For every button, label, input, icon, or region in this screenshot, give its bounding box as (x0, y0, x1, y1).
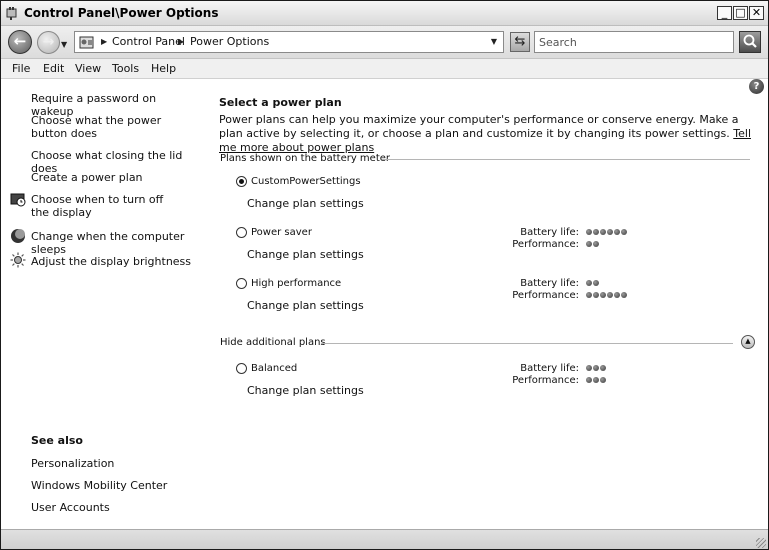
plan-radio-custom[interactable] (236, 176, 247, 187)
see-also-heading: See also (31, 434, 83, 447)
menu-view[interactable]: View (75, 62, 101, 75)
battery-group-divider (382, 159, 750, 160)
navigation-bar: ← → ▼ ▶ Control Panel ▶ Power Options ▼ … (1, 26, 768, 59)
sidebar-link-brightness[interactable]: Adjust the display brightness (31, 255, 201, 268)
breadcrumb-root-chevron-icon[interactable]: ▶ (101, 37, 107, 46)
see-also-mobility-center[interactable]: Windows Mobility Center (31, 479, 167, 492)
close-button[interactable]: ✕ (749, 6, 764, 20)
meter-dot (586, 377, 592, 383)
meter-dot (593, 229, 599, 235)
performance-meter (586, 292, 627, 300)
performance-label: Performance: (512, 290, 579, 301)
meter-dot (621, 229, 627, 235)
performance-meter (586, 241, 599, 249)
battery-life-label: Battery life: (520, 363, 579, 374)
sidebar-link-power-button[interactable]: Choose what the power button does (31, 114, 183, 140)
additional-plans-group-label[interactable]: Hide additional plans (220, 337, 326, 348)
plan-name-custom[interactable]: CustomPowerSettings (251, 176, 361, 187)
performance-label: Performance: (512, 239, 579, 250)
performance-label: Performance: (512, 375, 579, 386)
search-button[interactable] (739, 31, 761, 53)
sidebar-link-create-plan[interactable]: Create a power plan (31, 171, 191, 184)
meter-dot (593, 365, 599, 371)
help-icon[interactable]: ? (749, 79, 764, 94)
performance-meter (586, 377, 606, 385)
battery-life-meter (586, 229, 627, 237)
content-area: ? Require a password on wakeup Choose wh… (1, 79, 768, 528)
maximize-button[interactable]: □ (733, 6, 748, 20)
breadcrumb-chevron-icon[interactable]: ▶ (178, 37, 184, 46)
title-bar: Control Panel\Power Options _ □ ✕ (1, 1, 768, 26)
page-title: Select a power plan (219, 96, 342, 109)
change-plan-settings-balanced[interactable]: Change plan settings (247, 384, 364, 397)
plan-radio-balanced[interactable] (236, 363, 247, 374)
plan-radio-high-performance[interactable] (236, 278, 247, 289)
meter-dot (586, 229, 592, 235)
power-options-icon (6, 7, 17, 20)
breadcrumb-power-options[interactable]: Power Options (190, 35, 269, 48)
meter-dot (607, 292, 613, 298)
moon-icon (11, 229, 25, 243)
window-title: Control Panel\Power Options (24, 6, 219, 20)
additional-group-divider (321, 343, 733, 344)
meter-dot (593, 377, 599, 383)
plan-radio-power-saver[interactable] (236, 227, 247, 238)
magnifier-icon (743, 34, 757, 48)
search-input[interactable] (534, 31, 734, 53)
sun-icon (10, 252, 26, 268)
forward-button[interactable]: → (37, 31, 60, 54)
meter-dot (607, 229, 613, 235)
menu-edit[interactable]: Edit (43, 62, 64, 75)
meter-dot (593, 292, 599, 298)
sidebar-link-computer-sleeps[interactable]: Change when the computer sleeps (31, 230, 201, 256)
minimize-button[interactable]: _ (717, 6, 732, 20)
meter-dot (600, 229, 606, 235)
meter-dot (586, 241, 592, 247)
monitor-clock-icon (10, 193, 26, 207)
plan-name-power-saver[interactable]: Power saver (251, 227, 312, 238)
power-options-window: Control Panel\Power Options _ □ ✕ ← → ▼ … (0, 0, 769, 550)
collapse-chevron-up-icon[interactable]: ▲ (741, 335, 755, 349)
plan-name-balanced[interactable]: Balanced (251, 363, 297, 374)
meter-dot (600, 292, 606, 298)
menu-bar: File Edit View Tools Help (1, 59, 768, 79)
change-plan-settings-high-performance[interactable]: Change plan settings (247, 299, 364, 312)
battery-life-label: Battery life: (520, 227, 579, 238)
sidebar-link-turn-off-display[interactable]: Choose when to turn off the display (31, 193, 181, 219)
address-field[interactable]: ▶ Control Panel ▶ Power Options ▼ (74, 31, 504, 53)
menu-tools[interactable]: Tools (112, 62, 139, 75)
change-plan-settings-power-saver[interactable]: Change plan settings (247, 248, 364, 261)
meter-dot (586, 292, 592, 298)
meter-dot (593, 280, 599, 286)
address-dropdown-chevron-down-icon[interactable]: ▼ (491, 37, 497, 46)
intro-body: Power plans can help you maximize your c… (219, 113, 739, 140)
meter-dot (600, 365, 606, 371)
see-also-personalization[interactable]: Personalization (31, 457, 114, 470)
meter-dot (600, 377, 606, 383)
meter-dot (593, 241, 599, 247)
meter-dot (614, 229, 620, 235)
meter-dot (586, 365, 592, 371)
battery-life-meter (586, 280, 599, 288)
change-plan-settings-custom[interactable]: Change plan settings (247, 197, 364, 210)
menu-file[interactable]: File (12, 62, 30, 75)
see-also-user-accounts[interactable]: User Accounts (31, 501, 110, 514)
meter-dot (586, 280, 592, 286)
battery-life-label: Battery life: (520, 278, 579, 289)
resize-grip-icon[interactable] (756, 538, 766, 548)
menu-help[interactable]: Help (151, 62, 176, 75)
battery-meter-group-label: Plans shown on the battery meter (220, 153, 391, 164)
meter-dot (614, 292, 620, 298)
plan-name-high-performance[interactable]: High performance (251, 278, 341, 289)
battery-life-meter (586, 365, 606, 373)
status-bar (1, 529, 768, 549)
intro-text: Power plans can help you maximize your c… (219, 113, 759, 155)
meter-dot (621, 292, 627, 298)
back-button[interactable]: ← (8, 30, 32, 54)
recent-pages-chevron-down-icon[interactable]: ▼ (61, 40, 67, 49)
control-panel-icon (79, 36, 94, 49)
refresh-icon[interactable]: ⇆ (510, 32, 530, 52)
breadcrumb-control-panel[interactable]: Control Panel (112, 35, 185, 48)
